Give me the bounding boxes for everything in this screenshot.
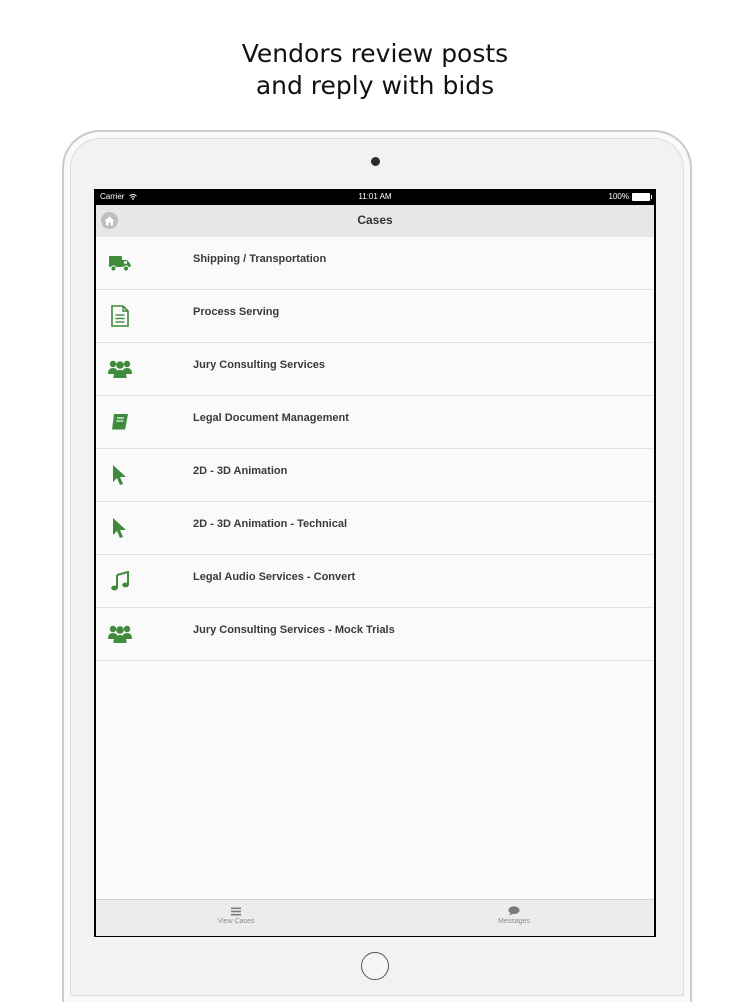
users-icon bbox=[108, 357, 132, 381]
marketing-headline: Vendors review posts and reply with bids bbox=[0, 38, 750, 102]
cursor-icon bbox=[108, 463, 132, 487]
page-title: Cases bbox=[357, 213, 393, 227]
list-item[interactable]: 2D - 3D Animation - Technical bbox=[96, 502, 654, 555]
book-icon bbox=[108, 410, 132, 434]
case-label: 2D - 3D Animation - Technical bbox=[193, 518, 348, 530]
list-item[interactable]: 2D - 3D Animation bbox=[96, 449, 654, 502]
headline-line-2: and reply with bids bbox=[255, 71, 495, 100]
case-label: 2D - 3D Animation bbox=[193, 465, 288, 477]
case-label: Shipping / Transportation bbox=[193, 253, 327, 265]
tab-view-cases[interactable]: View Cases bbox=[176, 904, 296, 925]
battery-percent: 100% bbox=[608, 192, 629, 201]
navigation-bar: Cases bbox=[96, 205, 654, 238]
document-icon bbox=[108, 304, 132, 328]
status-time: 11:01 AM bbox=[358, 192, 392, 201]
status-bar: Carrier 11:01 AM 100% bbox=[94, 189, 656, 205]
battery-icon bbox=[632, 193, 652, 201]
case-label: Legal Document Management bbox=[193, 412, 349, 424]
users-icon bbox=[108, 622, 132, 646]
list-item[interactable]: Process Serving bbox=[96, 290, 654, 343]
case-label: Legal Audio Services - Convert bbox=[193, 571, 356, 583]
music-icon bbox=[108, 569, 132, 593]
tab-messages[interactable]: Messages bbox=[454, 904, 574, 925]
case-label: Jury Consulting Services - Mock Trials bbox=[193, 624, 395, 636]
list-icon bbox=[176, 904, 296, 918]
home-hardware-button[interactable] bbox=[361, 952, 389, 980]
truck-icon bbox=[108, 251, 132, 275]
list-item[interactable]: Jury Consulting Services bbox=[96, 343, 654, 396]
headline-line-1: Vendors review posts bbox=[241, 39, 509, 68]
list-item[interactable]: Shipping / Transportation bbox=[96, 237, 654, 290]
list-item[interactable]: Legal Document Management bbox=[96, 396, 654, 449]
device-screen: Carrier 11:01 AM 100% Cases Shipping / T… bbox=[94, 189, 656, 937]
list-item[interactable]: Jury Consulting Services - Mock Trials bbox=[96, 608, 654, 661]
chat-bubble-icon bbox=[454, 904, 574, 918]
cases-list: Shipping / Transportation Process Servin… bbox=[96, 237, 654, 899]
tab-label: View Cases bbox=[217, 918, 255, 925]
case-label: Process Serving bbox=[193, 306, 280, 318]
tab-bar: View Cases Messages bbox=[96, 899, 654, 936]
cursor-icon bbox=[108, 516, 132, 540]
list-item[interactable]: Legal Audio Services - Convert bbox=[96, 555, 654, 608]
tab-label: Messages bbox=[498, 918, 530, 925]
camera-icon bbox=[371, 157, 380, 166]
case-label: Jury Consulting Services bbox=[193, 359, 326, 371]
